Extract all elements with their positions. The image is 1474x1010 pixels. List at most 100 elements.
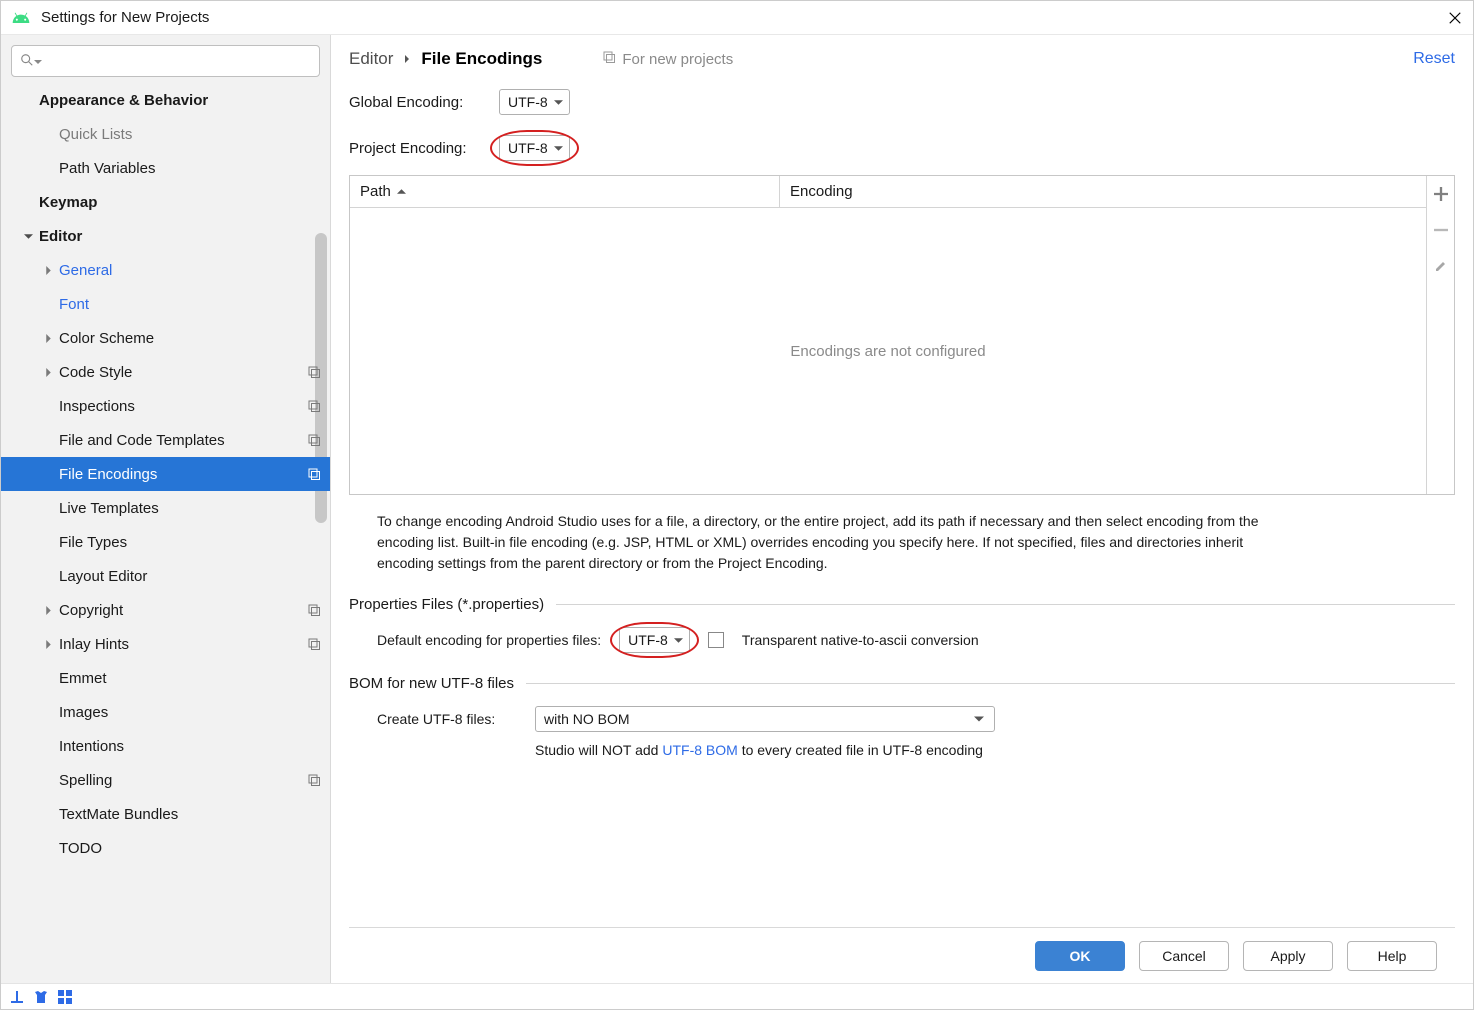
tree-item-label: Editor — [39, 228, 322, 245]
tree-item-emmet[interactable]: Emmet — [1, 661, 330, 695]
properties-encoding-label: Default encoding for properties files: — [377, 632, 601, 648]
tree-item-label: TextMate Bundles — [59, 806, 322, 823]
tree-item-intentions[interactable]: Intentions — [1, 729, 330, 763]
settings-search[interactable] — [11, 45, 320, 77]
project-scope-icon — [306, 772, 322, 788]
tree-item-label: Font — [59, 296, 322, 313]
chevron-down-icon — [21, 229, 35, 243]
project-scope-icon — [306, 364, 322, 380]
status-icon-1[interactable] — [9, 989, 25, 1005]
tree-item-keymap[interactable]: Keymap — [1, 185, 330, 219]
global-encoding-combo[interactable]: UTF-8 — [499, 89, 570, 115]
breadcrumb-current: File Encodings — [421, 49, 542, 69]
project-scope-icon — [306, 432, 322, 448]
tree-item-layout-editor[interactable]: Layout Editor — [1, 559, 330, 593]
divider — [526, 683, 1455, 684]
tree-item-label: Path Variables — [59, 160, 322, 177]
tree-item-todo[interactable]: TODO — [1, 831, 330, 865]
chevron-right-icon — [41, 365, 55, 379]
project-scope-icon — [306, 466, 322, 482]
search-dropdown-icon[interactable] — [34, 53, 42, 69]
tree-item-general[interactable]: General — [1, 253, 330, 287]
create-utf8-combo[interactable]: with NO BOM — [535, 706, 995, 732]
main-panel: Editor File Encodings For new projects R… — [331, 35, 1473, 983]
properties-encoding-combo[interactable]: UTF-8 — [619, 627, 690, 653]
window-title: Settings for New Projects — [41, 9, 1447, 26]
settings-tree[interactable]: Appearance & Behavior Quick Lists Path Var… — [1, 83, 330, 983]
tree-item-file-types[interactable]: File Types — [1, 525, 330, 559]
tree-item-label: Inlay Hints — [59, 636, 306, 653]
tree-item-label: Code Style — [59, 364, 306, 381]
tree-item-label: File Types — [59, 534, 322, 551]
sidebar: Appearance & Behavior Quick Lists Path Var… — [1, 35, 331, 983]
tree-item-label: Spelling — [59, 772, 306, 789]
project-encoding-combo[interactable]: UTF-8 — [499, 135, 570, 161]
tree-item-editor[interactable]: Editor — [1, 219, 330, 253]
cancel-button[interactable]: Cancel — [1139, 941, 1229, 971]
encodings-table: Path Encoding Encodings are not configur… — [349, 175, 1455, 495]
divider — [556, 604, 1455, 605]
project-scope-icon — [306, 602, 322, 618]
tree-item-inlay-hints[interactable]: Inlay Hints — [1, 627, 330, 661]
tree-item-spelling[interactable]: Spelling — [1, 763, 330, 797]
apply-button[interactable]: Apply — [1243, 941, 1333, 971]
tree-item-live-templates[interactable]: Live Templates — [1, 491, 330, 525]
bom-section-title: BOM for new UTF-8 files — [349, 675, 514, 692]
tree-item-inspections[interactable]: Inspections — [1, 389, 330, 423]
chevron-right-icon — [41, 263, 55, 277]
reset-link[interactable]: Reset — [1413, 50, 1455, 68]
add-row-button[interactable] — [1427, 176, 1455, 212]
tree-item-label: File Encodings — [59, 466, 306, 483]
description-text: To change encoding Android Studio uses f… — [377, 511, 1277, 574]
tree-item-label: Color Scheme — [59, 330, 322, 347]
close-button[interactable] — [1447, 10, 1463, 26]
grid-icon[interactable] — [57, 989, 73, 1005]
col-encoding[interactable]: Encoding — [780, 176, 1426, 207]
tree-item-file-and-code-templates[interactable]: File and Code Templates — [1, 423, 330, 457]
tree-item-textmate-bundles[interactable]: TextMate Bundles — [1, 797, 330, 831]
sort-asc-icon — [397, 183, 406, 200]
tree-item-file-encodings[interactable]: File Encodings — [1, 457, 330, 491]
tree-item-path-variables[interactable]: Path Variables — [1, 151, 330, 185]
help-button[interactable]: Help — [1347, 941, 1437, 971]
search-icon — [20, 53, 34, 70]
tree-item-label: Quick Lists — [59, 126, 322, 143]
body: Appearance & Behavior Quick Lists Path Var… — [1, 35, 1473, 983]
chevron-right-icon — [403, 55, 411, 63]
remove-row-button[interactable] — [1427, 212, 1455, 248]
chevron-right-icon — [41, 637, 55, 651]
tree-item-quick-lists[interactable]: Quick Lists — [1, 117, 330, 151]
tree-item-images[interactable]: Images — [1, 695, 330, 729]
ok-button[interactable]: OK — [1035, 941, 1125, 971]
copy-icon — [602, 50, 622, 68]
project-scope-icon — [306, 636, 322, 652]
tree-item-color-scheme[interactable]: Color Scheme — [1, 321, 330, 355]
tree-item-label: Intentions — [59, 738, 322, 755]
utf8-bom-link[interactable]: UTF-8 BOM — [662, 742, 737, 758]
tree-item-label: TODO — [59, 840, 322, 857]
breadcrumb-editor[interactable]: Editor — [349, 49, 393, 69]
native-to-ascii-checkbox[interactable] — [708, 632, 724, 648]
tree-item-code-style[interactable]: Code Style — [1, 355, 330, 389]
status-bar — [1, 983, 1473, 1009]
for-new-projects-hint: For new projects — [602, 50, 733, 68]
titlebar: Settings for New Projects — [1, 1, 1473, 35]
tree-item-label: Appearance & Behavior — [39, 92, 322, 109]
tree-item-label: Emmet — [59, 670, 322, 687]
table-toolbar — [1426, 176, 1454, 494]
edit-row-button[interactable] — [1427, 248, 1455, 284]
tree-item-label: Inspections — [59, 398, 306, 415]
search-input[interactable] — [46, 52, 311, 70]
properties-section-title: Properties Files (*.properties) — [349, 596, 544, 613]
button-bar: OK Cancel Apply Help — [349, 927, 1455, 983]
tree-item-appearance-behavior[interactable]: Appearance & Behavior — [1, 83, 330, 117]
chevron-down-icon — [674, 632, 683, 648]
col-path[interactable]: Path — [350, 176, 780, 207]
tree-item-copyright[interactable]: Copyright — [1, 593, 330, 627]
tshirt-icon[interactable] — [33, 989, 49, 1005]
chevron-down-icon — [974, 711, 984, 727]
tree-item-label: Keymap — [39, 194, 322, 211]
tree-item-font[interactable]: Font — [1, 287, 330, 321]
create-utf8-label: Create UTF-8 files: — [377, 711, 517, 727]
chevron-right-icon — [41, 331, 55, 345]
